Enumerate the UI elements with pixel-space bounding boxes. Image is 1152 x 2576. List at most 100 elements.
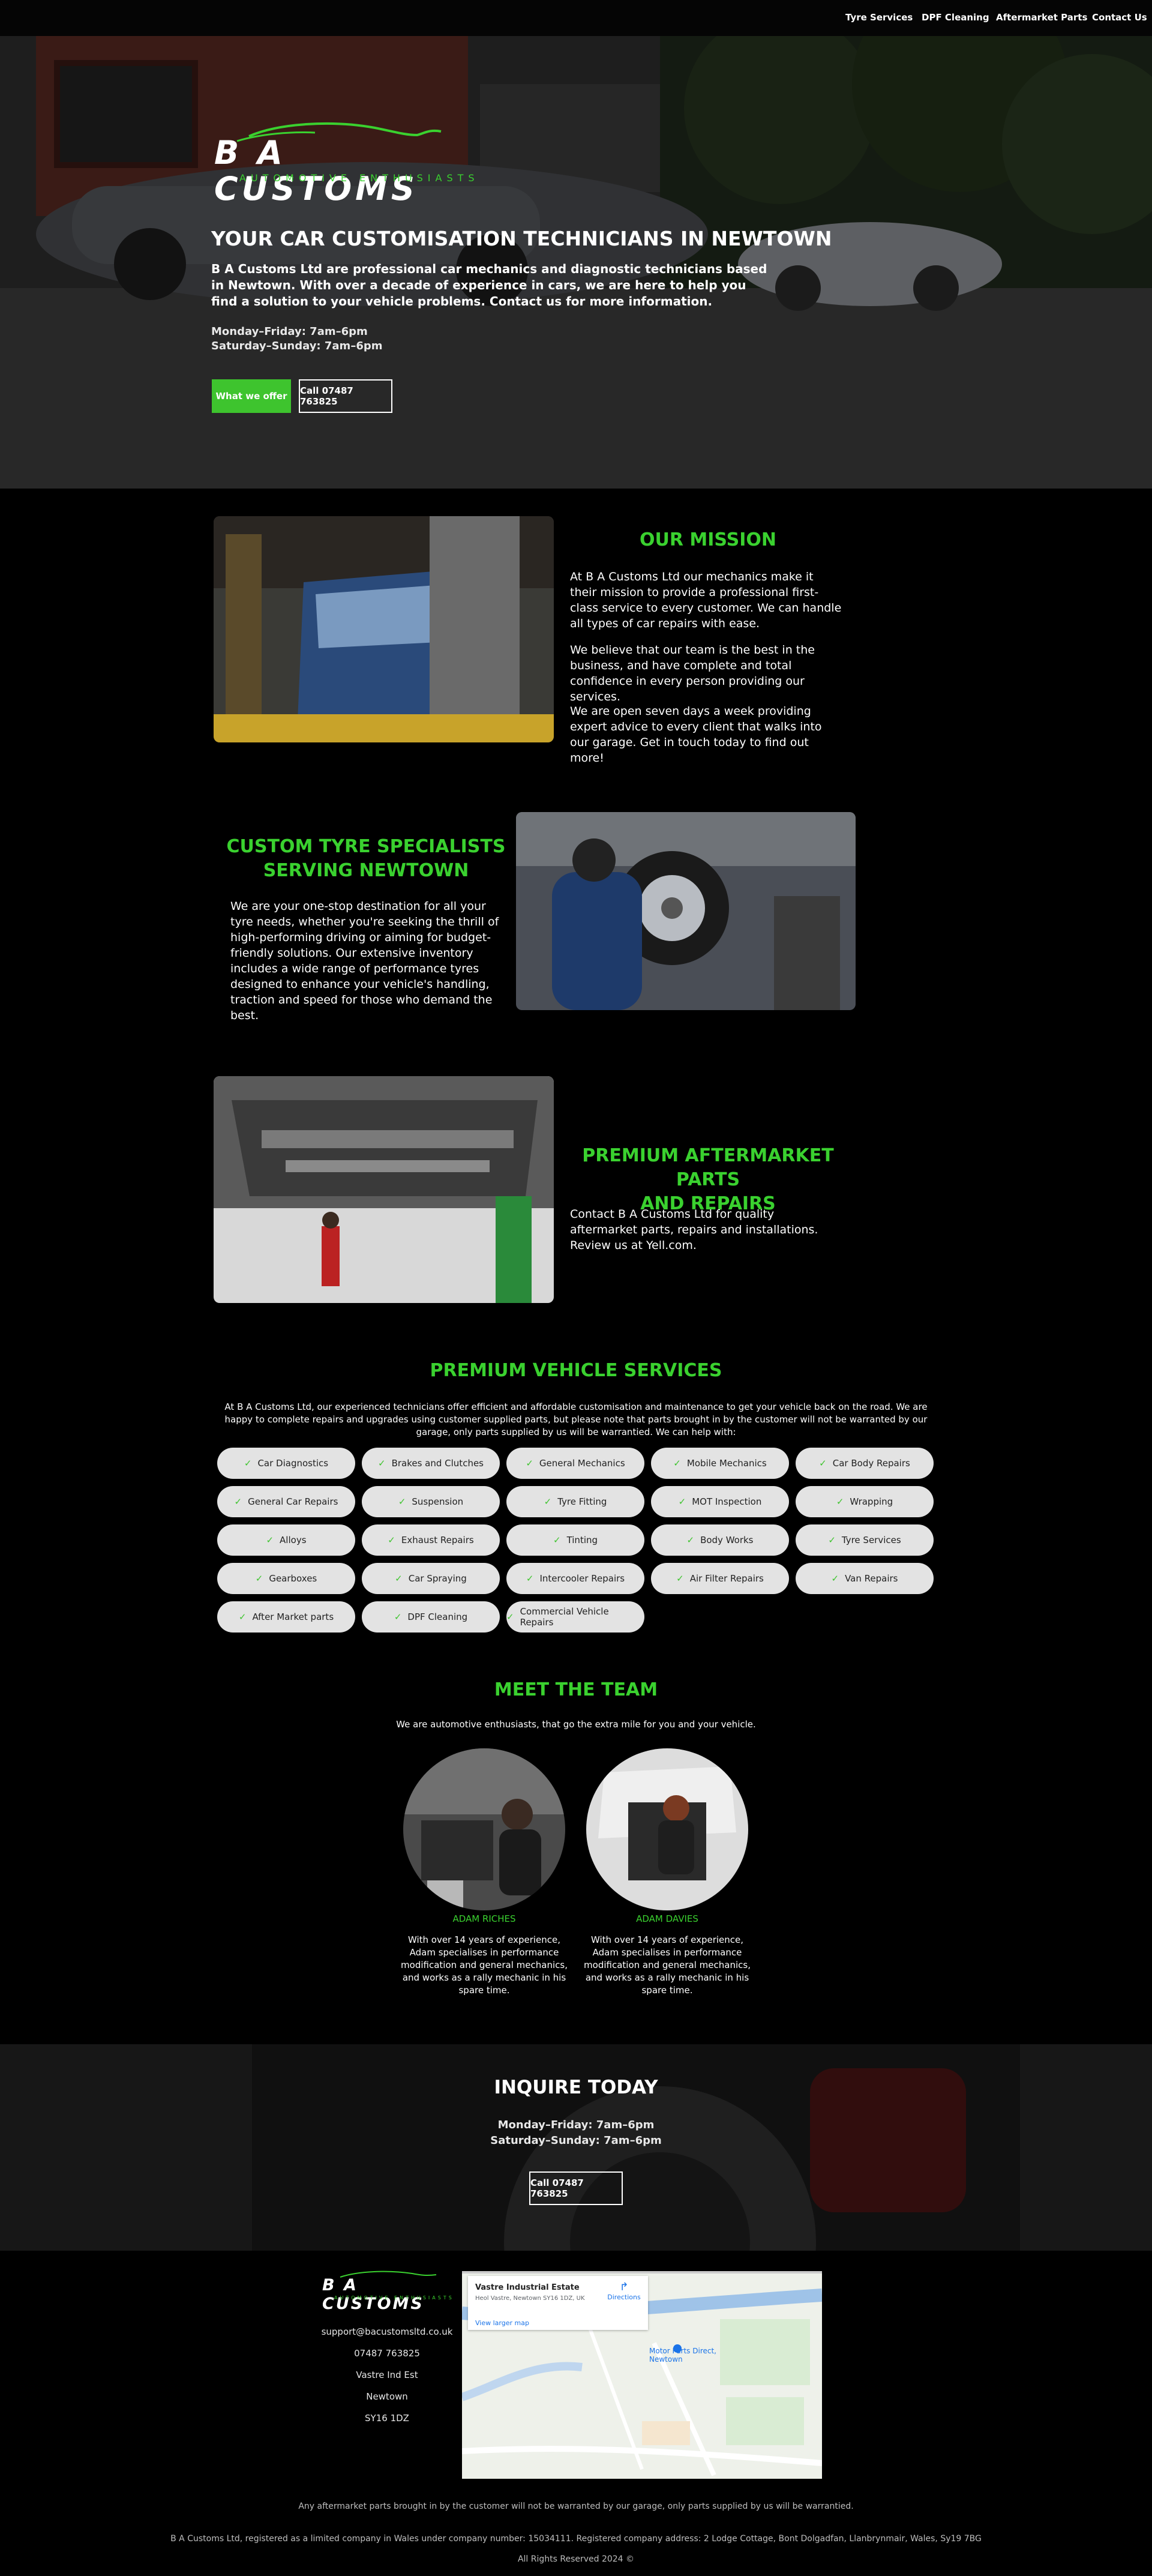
hero-section: B A CUSTOMS AUTOMOTIVE ENTHUSIASTS YOUR … [0,36,1152,489]
check-icon: ✓ [526,1458,533,1469]
check-icon: ✓ [831,1573,839,1584]
mission-image [214,516,554,742]
team-member-name: ADAM RICHES [452,1913,516,1924]
service-item: ✓ Car Spraying [362,1563,500,1594]
nav-dpf-cleaning[interactable]: DPF Cleaning [922,12,989,23]
team-subtitle: We are automotive enthusiasts, that go t… [396,1719,756,1730]
service-item: ✓ Tyre Services [796,1524,934,1556]
nav-aftermarket-parts[interactable]: Aftermarket Parts [996,12,1087,23]
team-member-name: ADAM DAVIES [636,1913,698,1924]
footer-logo: B A CUSTOMS AUTOMOTIVE ENTHUSIASTS [322,2269,454,2313]
parts-title: PREMIUM AFTERMARKET PARTS AND REPAIRS [558,1144,858,1216]
logo-tagline: AUTOMOTIVE ENTHUSIASTS [239,172,479,184]
service-item: ✓ Tinting [506,1524,644,1556]
service-item-label: Body Works [700,1535,754,1545]
check-icon: ✓ [819,1458,827,1469]
footer-copyright: All Rights Reserved 2024 © [517,2554,635,2564]
service-item-label: Car Spraying [408,1573,467,1584]
top-navigation: Tyre Services DPF Cleaning Aftermarket P… [0,0,1152,36]
services-intro: At B A Customs Ltd, our experienced tech… [224,1401,928,1437]
inquire-hours-weekend: Saturday–Sunday: 7am–6pm [490,2134,662,2147]
mission-paragraph-1: At B A Customs Ltd our mechanics make it… [570,570,842,630]
inquire-title: INQUIRE TODAY [494,2077,658,2098]
service-item-label: Mobile Mechanics [686,1458,767,1469]
brand-logo: B A CUSTOMS AUTOMOTIVE ENTHUSIASTS [213,117,495,207]
inquire-section: INQUIRE TODAY Monday–Friday: 7am–6pm Sat… [0,2044,1152,2251]
service-item: ✓ Intercooler Repairs [506,1563,644,1594]
service-item-label: Exhaust Repairs [401,1535,474,1545]
check-icon: ✓ [686,1535,695,1545]
service-item: ✓ General Car Repairs [217,1486,355,1517]
hero-hours-weekend: Saturday–Sunday: 7am–6pm [211,340,383,352]
tyres-title-line1: CUSTOM TYRE SPECIALISTS [226,836,506,857]
map-directions-button[interactable]: ↱ Directions [606,2281,642,2301]
inquire-background-image [0,2044,1152,2251]
service-item: ✓ Suspension [362,1486,500,1517]
service-item-label: General Mechanics [539,1458,625,1469]
service-item-label: Car Diagnostics [257,1458,329,1469]
avatar [586,1748,748,1910]
directions-icon: ↱ [619,2281,629,2293]
service-item-label: Intercooler Repairs [539,1573,625,1584]
team-member-bio: With over 14 years of experience, Adam s… [401,1934,568,1996]
hero-call-button[interactable]: Call 07487 763825 [299,379,392,413]
nav-tyre-services[interactable]: Tyre Services [845,12,913,23]
map-label: Motor Parts Direct, Newtown [649,2347,716,2364]
check-icon: ✓ [678,1496,686,1507]
check-icon: ✓ [544,1496,552,1507]
check-icon: ✓ [526,1573,534,1584]
footer-warranty-note: Any aftermarket parts brought in by the … [298,2502,854,2511]
service-item: ✓ General Mechanics [506,1448,644,1479]
service-item: ✓ MOT Inspection [651,1486,789,1517]
service-item-label: Wrapping [850,1496,893,1507]
check-icon: ✓ [836,1496,844,1507]
service-item: ✓ Exhaust Repairs [362,1524,500,1556]
nav-contact-us[interactable]: Contact Us [1092,12,1147,23]
logo-wordmark: B A CUSTOMS [214,134,418,208]
team-title: MEET THE TEAM [494,1679,658,1700]
check-icon: ✓ [377,1458,386,1469]
service-item-label: MOT Inspection [692,1496,762,1507]
mission-title: OUR MISSION [639,529,777,550]
check-icon: ✓ [388,1535,395,1545]
team-member-bio: With over 14 years of experience, Adam s… [584,1934,751,1996]
service-item-label: Gearboxes [269,1573,317,1584]
inquire-call-button[interactable]: Call 07487 763825 [529,2171,623,2205]
check-icon: ✓ [244,1458,252,1469]
map-directions-label: Directions [607,2293,641,2301]
service-item: ✓ Van Repairs [796,1563,934,1594]
map-info-card: Vastre Industrial Estate Heol Vastre, Ne… [468,2276,648,2330]
mission-paragraph-2: We believe that our team is the best in … [570,643,815,703]
footer-phone-link[interactable]: 07487 763825 [300,2348,474,2359]
parts-text: Contact B A Customs Ltd for quality afte… [570,1208,818,1252]
footer-email-link[interactable]: support@bacustomsltd.co.uk [300,2326,474,2337]
google-map-embed[interactable]: Vastre Industrial Estate Heol Vastre, Ne… [462,2271,822,2479]
check-icon: ✓ [553,1535,561,1545]
footer-address-line1: Vastre Ind Est [356,2370,418,2380]
service-item: ✓ After Market parts [217,1601,355,1633]
what-we-offer-button[interactable]: What we offer [212,379,291,413]
map-poi-icon [673,2344,682,2353]
map-place-address: Heol Vastre, Newtown SY16 1DZ, UK [475,2295,585,2302]
check-icon: ✓ [506,1612,514,1622]
check-icon: ✓ [828,1535,836,1545]
service-item-label: Suspension [412,1496,464,1507]
hero-title: YOUR CAR CUSTOMISATION TECHNICIANS IN NE… [211,227,832,250]
service-item: ✓ DPF Cleaning [362,1601,500,1633]
service-item: ✓ Body Works [651,1524,789,1556]
service-item: ✓ Tyre Fitting [506,1486,644,1517]
check-icon: ✓ [676,1573,684,1584]
tyres-text: We are your one-stop destination for all… [230,900,499,1022]
map-place-name: Vastre Industrial Estate [475,2283,580,2292]
service-item-label: Air Filter Repairs [689,1573,764,1584]
service-item-label: DPF Cleaning [407,1612,468,1622]
service-item-label: General Car Repairs [248,1496,338,1507]
service-item-label: Brakes and Clutches [391,1458,484,1469]
service-item: ✓ Alloys [217,1524,355,1556]
footer-logo-tagline: AUTOMOTIVE ENTHUSIASTS [334,2295,454,2301]
view-larger-map-link[interactable]: View larger map [475,2319,529,2327]
service-item: ✓ Mobile Mechanics [651,1448,789,1479]
service-item: ✓ Wrapping [796,1486,934,1517]
service-item-label: Commercial Vehicle Repairs [520,1606,609,1628]
check-icon: ✓ [255,1573,263,1584]
